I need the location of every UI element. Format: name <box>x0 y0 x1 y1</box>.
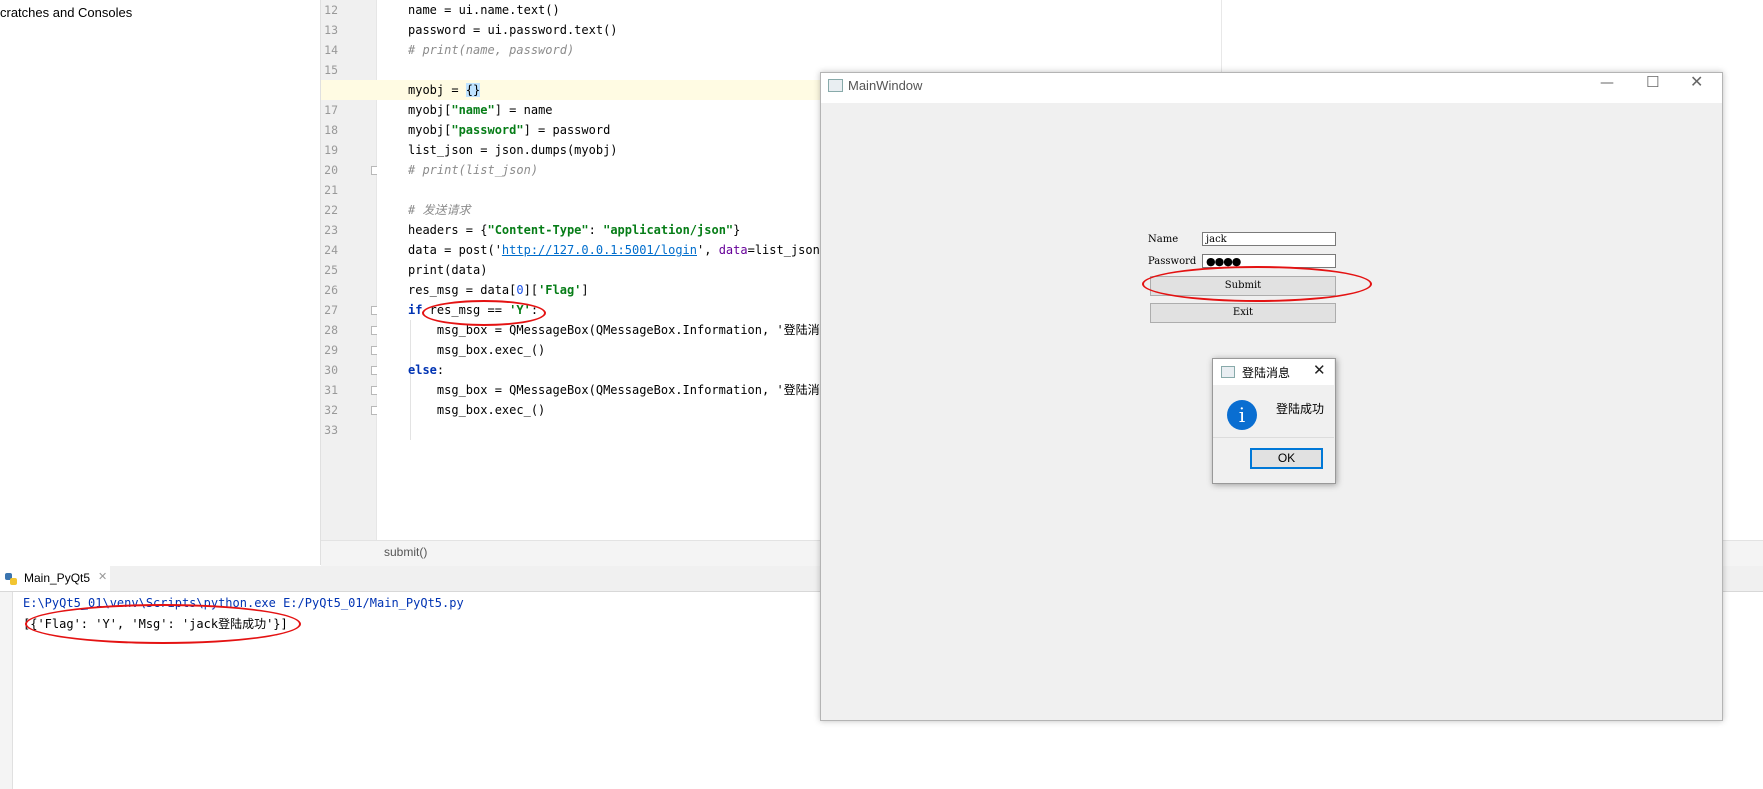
code-line[interactable]: msg_box.exec_() <box>408 340 545 360</box>
window-icon <box>828 79 843 92</box>
line-number: 21 <box>324 183 338 197</box>
code-line[interactable]: msg_box = QMessageBox(QMessageBox.Inform… <box>408 320 832 340</box>
line-number: 27 <box>324 303 338 317</box>
code-line[interactable]: if res_msg == 'Y': <box>408 300 538 320</box>
line-number: 23 <box>324 223 338 237</box>
run-tab-label: Main_PyQt5 <box>24 571 91 585</box>
code-line[interactable]: password = ui.password.text() <box>408 20 618 40</box>
close-icon[interactable]: ✕ <box>1313 361 1326 379</box>
code-line[interactable]: msg_box.exec_() <box>408 400 545 420</box>
project-tree-item-scratches[interactable]: cratches and Consoles <box>0 5 132 20</box>
console-output-line: [{'Flag': 'Y', 'Msg': 'jack登陆成功'}] <box>23 617 288 631</box>
code-line[interactable]: # print(name, password) <box>408 40 574 60</box>
code-line[interactable]: else: <box>408 360 444 380</box>
line-number: 33 <box>324 423 338 437</box>
line-number: 15 <box>324 63 338 77</box>
code-line[interactable]: myobj["password"] = password <box>408 120 610 140</box>
line-number: 18 <box>324 123 338 137</box>
password-label: Password <box>1148 256 1197 267</box>
run-toolbar <box>0 592 13 789</box>
information-icon: i <box>1227 400 1257 430</box>
main-window-title: MainWindow <box>848 78 923 93</box>
line-number: 32 <box>324 403 338 417</box>
line-number: 30 <box>324 363 338 377</box>
console-command-line: E:\PyQt5_01\venv\Scripts\python.exe E:/P… <box>23 596 464 610</box>
message-box-text: 登陆成功 <box>1276 402 1325 416</box>
code-line[interactable]: myobj["name"] = name <box>408 100 553 120</box>
close-icon[interactable]: ✕ <box>1690 72 1703 91</box>
project-pane <box>0 0 320 565</box>
code-line[interactable]: name = ui.name.text() <box>408 0 560 20</box>
python-icon <box>5 573 17 585</box>
code-line[interactable]: headers = {"Content-Type": "application/… <box>408 220 740 240</box>
maximize-icon[interactable]: ☐ <box>1646 73 1659 91</box>
line-number: 13 <box>324 23 338 37</box>
ok-button[interactable]: OK <box>1250 448 1323 469</box>
code-line[interactable]: list_json = json.dumps(myobj) <box>408 140 618 160</box>
line-number: 24 <box>324 243 338 257</box>
line-number: 22 <box>324 203 338 217</box>
exit-button[interactable]: Exit <box>1150 303 1336 323</box>
code-line[interactable]: # 发送请求 <box>408 200 470 220</box>
name-label: Name <box>1148 234 1179 245</box>
submit-button[interactable]: Submit <box>1150 276 1336 296</box>
line-number: 31 <box>324 383 338 397</box>
code-line[interactable]: # print(list_json) <box>408 160 538 180</box>
line-number: 29 <box>324 343 338 357</box>
code-line[interactable]: data = post('http://127.0.0.1:5001/login… <box>408 240 827 260</box>
code-line[interactable]: print(data) <box>408 260 487 280</box>
line-number: 12 <box>324 3 338 17</box>
line-number: 14 <box>324 43 338 57</box>
line-number: 17 <box>324 103 338 117</box>
code-line[interactable]: myobj = {} <box>408 80 481 100</box>
code-line[interactable]: res_msg = data[0]['Flag'] <box>408 280 589 300</box>
message-box-title: 登陆消息 <box>1242 366 1291 380</box>
line-number: 19 <box>324 143 338 157</box>
line-number: 25 <box>324 263 338 277</box>
breadcrumb[interactable]: submit() <box>384 545 427 559</box>
line-number: 28 <box>324 323 338 337</box>
code-line[interactable]: msg_box = QMessageBox(QMessageBox.Inform… <box>408 380 832 400</box>
name-input[interactable]: jack <box>1202 232 1336 246</box>
password-input[interactable]: ●●●● <box>1202 254 1336 268</box>
main-window-titlebar[interactable] <box>821 73 1722 103</box>
line-number: 26 <box>324 283 338 297</box>
line-number: 20 <box>324 163 338 177</box>
window-icon <box>1221 366 1235 378</box>
minimize-icon[interactable]: — <box>1600 75 1614 91</box>
close-icon[interactable]: ✕ <box>98 570 107 583</box>
